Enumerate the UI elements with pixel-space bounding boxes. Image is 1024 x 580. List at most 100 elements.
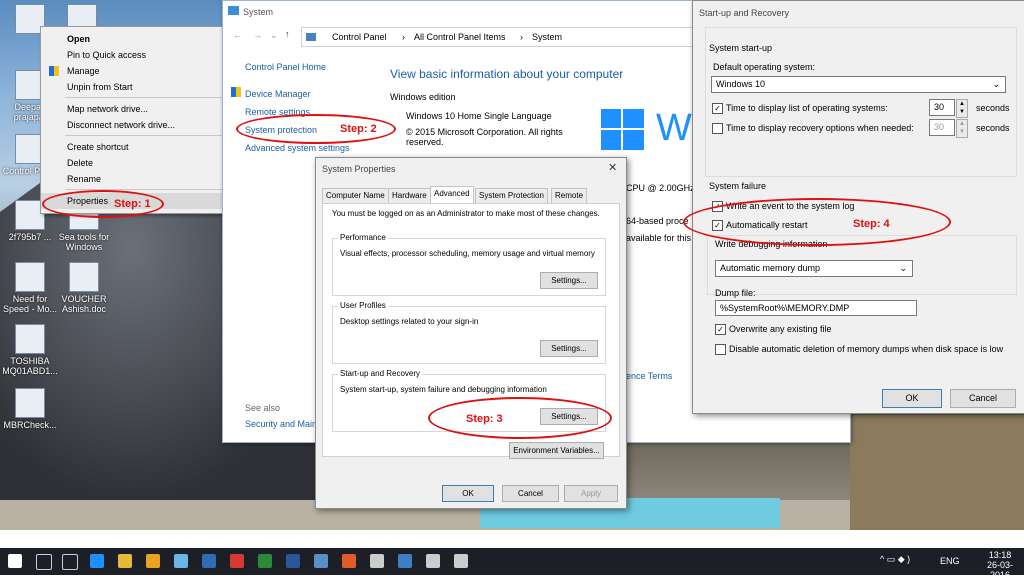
default-os-label: Default operating system:	[713, 62, 816, 72]
menu-item-map-drive[interactable]: Map network drive...	[41, 101, 231, 117]
disable-auto-delete-checkbox[interactable]	[715, 344, 726, 355]
menu-separator	[65, 97, 225, 98]
menu-item-pin-quick-access[interactable]: Pin to Quick access	[41, 47, 231, 63]
sidebar-device-manager[interactable]: Device Manager	[245, 89, 311, 99]
tab-remote[interactable]: Remote	[551, 188, 588, 204]
download-icon[interactable]	[230, 554, 244, 568]
dump-file-label: Dump file:	[715, 288, 756, 298]
shield-icon	[231, 87, 241, 97]
tab-system-protection[interactable]: System Protection	[475, 188, 548, 204]
desktop-icon-drive[interactable]: TOSHIBA MQ01ABD1...	[0, 324, 60, 376]
search-icon[interactable]	[36, 554, 52, 570]
sidebar-advanced-system-settings[interactable]: Advanced system settings	[245, 143, 350, 153]
wallpaper-temple	[850, 415, 1024, 530]
ok-button[interactable]: OK	[882, 389, 942, 408]
context-menu: Open Pin to Quick access Manage Unpin fr…	[40, 26, 232, 214]
desktop-icon-mbrcheck[interactable]: MBRCheck...	[0, 388, 60, 430]
copyright-text: © 2015 Microsoft Corporation. All rights…	[406, 127, 563, 147]
overwrite-checkbox[interactable]: ✓	[715, 324, 726, 335]
display-recovery-seconds-input[interactable]: 30	[929, 119, 955, 136]
display-list-checkbox[interactable]: ✓	[712, 103, 723, 114]
page-heading: View basic information about your comput…	[390, 67, 624, 81]
desktop-icon-game[interactable]: Need for Speed - Mo...	[0, 262, 60, 314]
user-profiles-settings-button[interactable]: Settings...	[540, 340, 598, 357]
performance-desc: Visual effects, processor scheduling, me…	[340, 249, 595, 258]
cancel-button[interactable]: Cancel	[502, 485, 559, 502]
performance-settings-button[interactable]: Settings...	[540, 272, 598, 289]
tab-advanced[interactable]: Advanced	[430, 186, 474, 204]
link-security-maintenance[interactable]: Security and Main	[245, 419, 317, 429]
display-recovery-checkbox[interactable]	[712, 123, 723, 134]
clock-date: 26-03-2016	[986, 560, 1013, 580]
app-icon[interactable]	[454, 554, 468, 568]
menu-item-open[interactable]: Open	[41, 31, 231, 47]
license-terms-link[interactable]: ence Terms	[626, 371, 672, 381]
display-list-label: Time to display list of operating system…	[726, 103, 888, 113]
dump-file-input[interactable]: %SystemRoot%\MEMORY.DMP	[715, 300, 917, 316]
start-icon[interactable]	[8, 554, 22, 568]
annotation-ellipse-step3	[428, 397, 612, 439]
spinner-icon[interactable]: ▲ ▼	[956, 99, 968, 118]
control-panel-icon	[306, 33, 316, 41]
task-view-icon[interactable]	[62, 554, 78, 570]
drive-icon	[15, 324, 45, 354]
breadcrumb-all-items[interactable]: All Control Panel Items	[414, 28, 506, 46]
control-panel-icon[interactable]	[398, 554, 412, 568]
menu-item-unpin-start[interactable]: Unpin from Start	[41, 79, 231, 95]
close-icon[interactable]: ✕	[608, 161, 617, 174]
dropdown-icon[interactable]: ⌄	[270, 30, 278, 41]
forward-icon[interactable]: →	[253, 30, 262, 40]
system-failure-heading: System failure	[709, 181, 767, 191]
overwrite-label: Overwrite any existing file	[729, 324, 832, 334]
language-indicator[interactable]: ENG	[940, 556, 960, 566]
breadcrumb-control-panel[interactable]: Control Panel	[332, 28, 387, 46]
user-profiles-group: User Profiles Desktop settings related t…	[332, 301, 606, 364]
window-title: System	[243, 7, 274, 17]
app-icon[interactable]	[258, 554, 272, 568]
back-icon[interactable]: ←	[233, 30, 242, 40]
chrome-icon[interactable]	[146, 554, 160, 568]
menu-item-rename[interactable]: Rename	[41, 171, 231, 187]
sidebar-control-panel-home[interactable]: Control Panel Home	[245, 62, 326, 72]
windows-edition-value: Windows 10 Home Single Language	[406, 111, 552, 121]
app-icon[interactable]	[426, 554, 440, 568]
menu-item-disconnect-drive[interactable]: Disconnect network drive...	[41, 117, 231, 133]
debugging-select[interactable]: Automatic memory dump ⌄	[715, 260, 913, 277]
menu-item-manage[interactable]: Manage	[41, 63, 231, 79]
apply-button[interactable]: Apply	[564, 485, 618, 502]
admin-note: You must be logged on as an Administrato…	[332, 209, 600, 218]
word-icon[interactable]	[286, 554, 300, 568]
menu-item-create-shortcut[interactable]: Create shortcut	[41, 139, 231, 155]
menu-item-delete[interactable]: Delete	[41, 155, 231, 171]
app-icon[interactable]	[314, 554, 328, 568]
environment-variables-button[interactable]: Environment Variables...	[509, 442, 604, 459]
breadcrumb-system[interactable]: System	[532, 28, 562, 46]
display-list-seconds-input[interactable]: 30	[929, 99, 955, 116]
store-icon[interactable]	[174, 554, 188, 568]
word-document-icon	[69, 262, 99, 292]
seconds-label: seconds	[976, 103, 1010, 113]
dialog-title: Start-up and Recovery	[699, 8, 790, 18]
system-type-fragment: 64-based proce	[626, 216, 689, 226]
file-explorer-icon[interactable]	[118, 554, 132, 568]
tab-hardware[interactable]: Hardware	[388, 188, 431, 204]
up-icon[interactable]: ↑	[285, 29, 290, 39]
desktop-icon-voucher[interactable]: VOUCHER Ashish.doc	[54, 262, 114, 314]
chevron-down-icon: ⌄	[899, 263, 907, 273]
app-icon[interactable]	[202, 554, 216, 568]
breadcrumb-separator-icon: ›	[520, 32, 523, 42]
default-os-select[interactable]: Windows 10 ⌄	[711, 76, 1006, 93]
tab-computer-name[interactable]: Computer Name	[322, 188, 389, 204]
cancel-button[interactable]: Cancel	[950, 389, 1016, 408]
performance-title: Performance	[338, 233, 388, 242]
clock[interactable]: 13:18 26-03-2016	[980, 550, 1020, 580]
app-icon[interactable]	[370, 554, 384, 568]
user-profiles-desc: Desktop settings related to your sign-in	[340, 317, 479, 326]
edge-icon[interactable]	[90, 554, 104, 568]
spinner-icon[interactable]: ▲ ▼	[956, 119, 968, 138]
firefox-icon[interactable]	[342, 554, 356, 568]
see-also-heading: See also	[245, 403, 281, 413]
tray-icons[interactable]: ^ ▭ ◆ )	[880, 554, 910, 565]
ok-button[interactable]: OK	[442, 485, 494, 502]
desktop-icon-label: Need for Speed - Mo...	[2, 294, 58, 314]
